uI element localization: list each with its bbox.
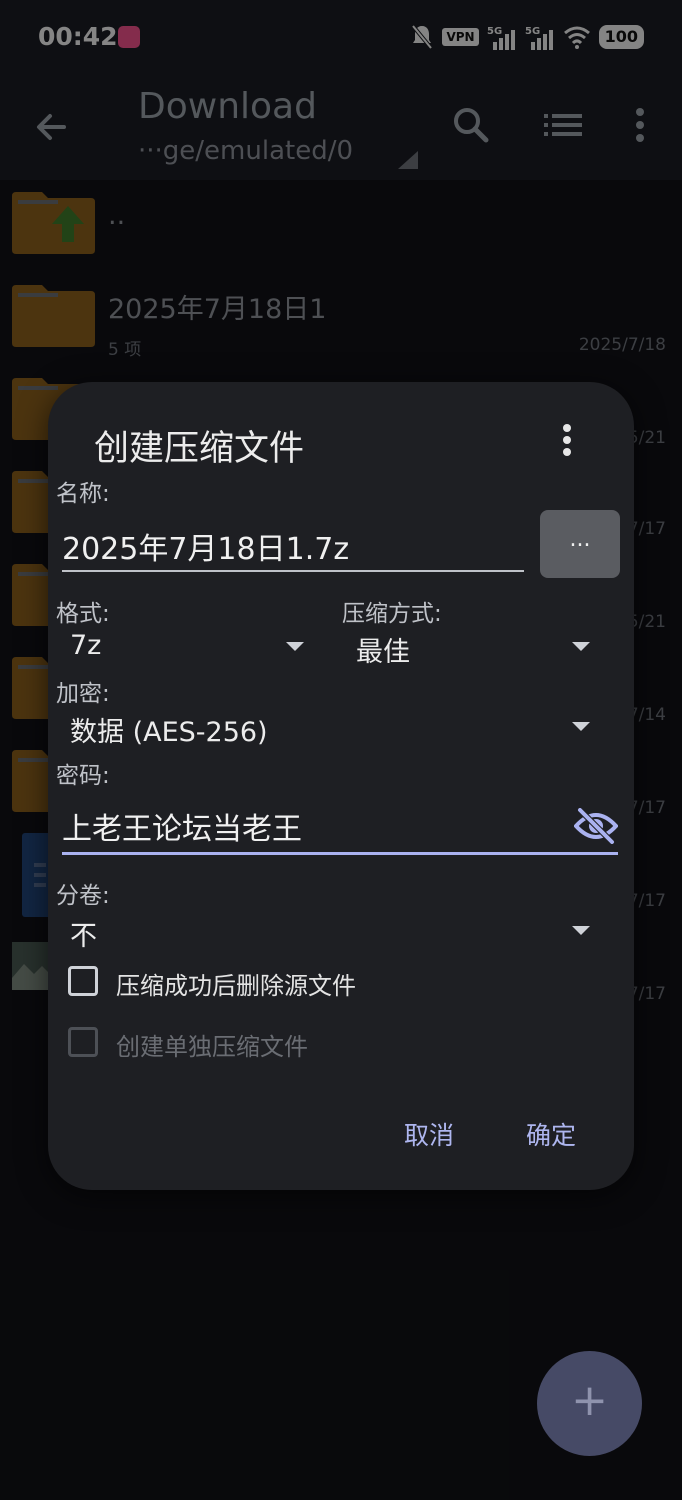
separate-archive-label: 创建单独压缩文件 bbox=[116, 1033, 308, 1061]
dialog-title: 创建压缩文件 bbox=[94, 429, 305, 469]
ok-button[interactable]: 确定 bbox=[526, 1116, 576, 1152]
create-archive-dialog: 创建压缩文件 名称: ... 格式: 7z 压缩方式: 最佳 加密: 数据 (A… bbox=[48, 382, 634, 1190]
cancel-button[interactable]: 取消 bbox=[404, 1116, 454, 1152]
method-select[interactable]: 最佳 bbox=[356, 630, 410, 669]
encryption-select[interactable]: 数据 (AES-256) bbox=[70, 710, 268, 749]
browse-button[interactable]: ... bbox=[540, 510, 620, 578]
volume-dropdown-icon[interactable] bbox=[572, 926, 590, 935]
format-label: 格式: bbox=[56, 601, 110, 627]
volume-label: 分卷: bbox=[56, 883, 110, 909]
delete-source-checkbox[interactable] bbox=[68, 966, 98, 996]
separate-archive-checkbox bbox=[68, 1027, 98, 1057]
encryption-dropdown-icon[interactable] bbox=[572, 722, 590, 731]
format-dropdown-icon[interactable] bbox=[286, 642, 304, 651]
add-fab-button[interactable]: + bbox=[537, 1351, 642, 1456]
archive-name-input[interactable] bbox=[62, 522, 524, 572]
volume-select[interactable]: 不 bbox=[70, 914, 97, 953]
password-input[interactable] bbox=[62, 800, 618, 855]
dialog-more-icon[interactable] bbox=[556, 422, 578, 462]
visibility-off-icon[interactable] bbox=[574, 808, 618, 844]
name-label: 名称: bbox=[56, 481, 110, 507]
format-select[interactable]: 7z bbox=[70, 630, 101, 661]
delete-source-label[interactable]: 压缩成功后删除源文件 bbox=[116, 966, 356, 1001]
password-label: 密码: bbox=[56, 763, 110, 789]
method-dropdown-icon[interactable] bbox=[572, 642, 590, 651]
method-label: 压缩方式: bbox=[342, 601, 442, 627]
encryption-label: 加密: bbox=[56, 681, 110, 707]
